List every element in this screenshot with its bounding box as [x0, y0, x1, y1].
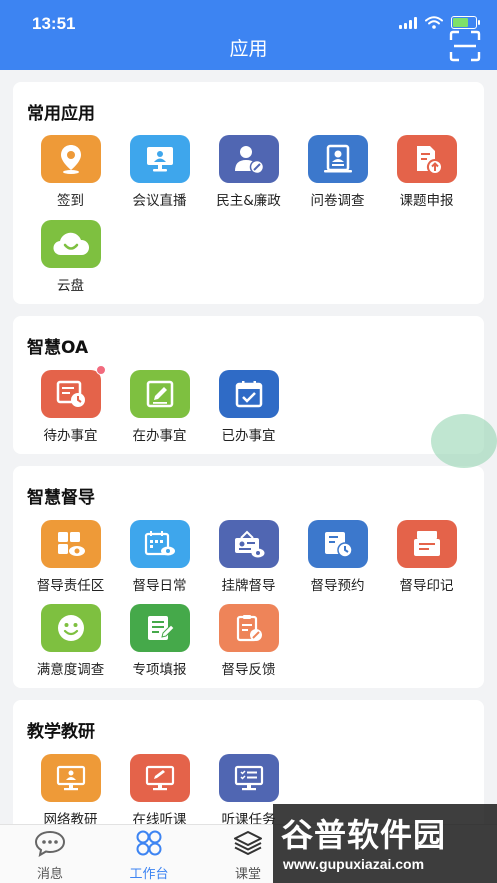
tab-workbench[interactable]: 工作台	[99, 829, 199, 882]
app-label: 会议直播	[132, 193, 187, 209]
screen-list-icon	[218, 754, 279, 802]
scan-icon	[449, 30, 481, 62]
app-questionnaire[interactable]: 问卷调查	[293, 135, 382, 209]
app-label: 督导反馈	[221, 662, 276, 678]
app-project-apply[interactable]: 课题申报	[382, 135, 471, 209]
app-label: 云盘	[57, 278, 84, 294]
app-label: 在线听课	[132, 812, 187, 824]
section-title: 智慧OA	[27, 338, 89, 358]
page-title: 应用	[229, 38, 268, 60]
app-meeting-live[interactable]: 会议直播	[115, 135, 204, 209]
app-label: 专项填报	[132, 662, 187, 678]
schedule-clock-icon	[307, 520, 368, 568]
app-label: 签到	[57, 193, 84, 209]
app-label: 已办事宜	[221, 428, 276, 444]
app-checkin[interactable]: 签到	[26, 135, 115, 209]
site-watermark: 谷普软件园 www.gupuxiazai.com	[273, 804, 497, 883]
section-common-apps: 常用应用 签到 会议直播 民主&廉政 问卷调查 课题申报 云盘	[13, 82, 484, 304]
app-online-lecture[interactable]: 在线听课	[115, 754, 204, 824]
app-label: 课题申报	[399, 193, 454, 209]
watermark-url: www.gupuxiazai.com	[283, 856, 425, 872]
badge-eye-icon	[218, 520, 279, 568]
app-supervision-marks[interactable]: 督导印记	[382, 520, 471, 594]
scan-button[interactable]	[449, 30, 481, 62]
app-label: 督导责任区	[36, 578, 105, 594]
app-label: 督导预约	[310, 578, 365, 594]
section-smart-supervision: 智慧督导 督导责任区 督导日常 挂牌督导 督导预约 督导印记 满意度调查 专项填…	[13, 466, 484, 688]
floating-assistive-button[interactable]	[431, 414, 497, 468]
section-title: 智慧督导	[27, 488, 95, 508]
app-supervision-daily[interactable]: 督导日常	[115, 520, 204, 594]
app-done[interactable]: 已办事宜	[204, 370, 293, 444]
tab-label: 工作台	[129, 867, 169, 882]
status-icons	[399, 16, 480, 29]
notification-badge	[95, 365, 106, 375]
grid-eye-icon	[40, 520, 101, 568]
form-pen-icon	[129, 604, 190, 652]
app-listed-supervision[interactable]: 挂牌督导	[204, 520, 293, 594]
calendar-eye-icon	[129, 520, 190, 568]
app-label: 网络教研	[43, 812, 98, 824]
presentation-icon	[40, 754, 101, 802]
app-list[interactable]: 常用应用 签到 会议直播 民主&廉政 问卷调查 课题申报 云盘 智慧OA 待办事…	[0, 70, 497, 824]
workbench-icon	[136, 830, 162, 856]
app-label: 督导印记	[399, 578, 454, 594]
tab-label: 消息	[36, 867, 63, 882]
app-label: 民主&廉政	[216, 193, 281, 209]
app-in-progress[interactable]: 在办事宜	[115, 370, 204, 444]
app-supervision-appointment[interactable]: 督导预约	[293, 520, 382, 594]
user-edit-icon	[218, 135, 279, 183]
wifi-icon	[425, 16, 443, 29]
app-label: 督导日常	[132, 578, 187, 594]
app-label: 满意度调查	[36, 662, 105, 678]
document-upload-icon	[396, 135, 457, 183]
stamp-eye-icon	[396, 520, 457, 568]
tab-messages[interactable]: 消息	[0, 829, 100, 882]
app-label: 问卷调查	[310, 193, 365, 209]
smile-icon	[40, 604, 101, 652]
app-supervision-area[interactable]: 督导责任区	[26, 520, 115, 594]
status-time: 13:51	[32, 14, 76, 33]
section-title: 常用应用	[27, 104, 95, 124]
layers-icon	[234, 831, 262, 855]
app-supervision-feedback[interactable]: 督导反馈	[204, 604, 293, 678]
screen-pen-icon	[129, 754, 190, 802]
app-online-research[interactable]: 网络教研	[26, 754, 115, 824]
app-special-report[interactable]: 专项填报	[115, 604, 204, 678]
clock-board-icon	[40, 365, 106, 418]
app-cloud-disk[interactable]: 云盘	[26, 220, 115, 294]
clipboard-edit-icon	[218, 604, 279, 652]
location-pin-icon	[40, 135, 101, 183]
app-todo[interactable]: 待办事宜	[26, 365, 115, 444]
app-democracy[interactable]: 民主&廉政	[204, 135, 293, 209]
app-satisfaction-survey[interactable]: 满意度调查	[26, 604, 115, 678]
section-title: 教学教研	[27, 722, 95, 742]
app-label: 在办事宜	[132, 428, 187, 444]
edit-board-icon	[129, 370, 190, 418]
watermark-text: 谷普软件园	[281, 816, 447, 854]
id-card-icon	[307, 135, 368, 183]
cloud-icon	[40, 220, 101, 268]
cellular-signal-icon	[399, 16, 417, 29]
app-header: 13:51 应用	[0, 0, 497, 70]
app-label: 挂牌督导	[221, 578, 276, 594]
battery-icon	[451, 16, 480, 29]
monitor-icon	[129, 135, 190, 183]
chat-icon	[34, 830, 66, 857]
calendar-check-icon	[218, 370, 279, 418]
app-label: 待办事宜	[43, 428, 98, 444]
section-smart-oa: 智慧OA 待办事宜 在办事宜 已办事宜	[13, 316, 484, 454]
